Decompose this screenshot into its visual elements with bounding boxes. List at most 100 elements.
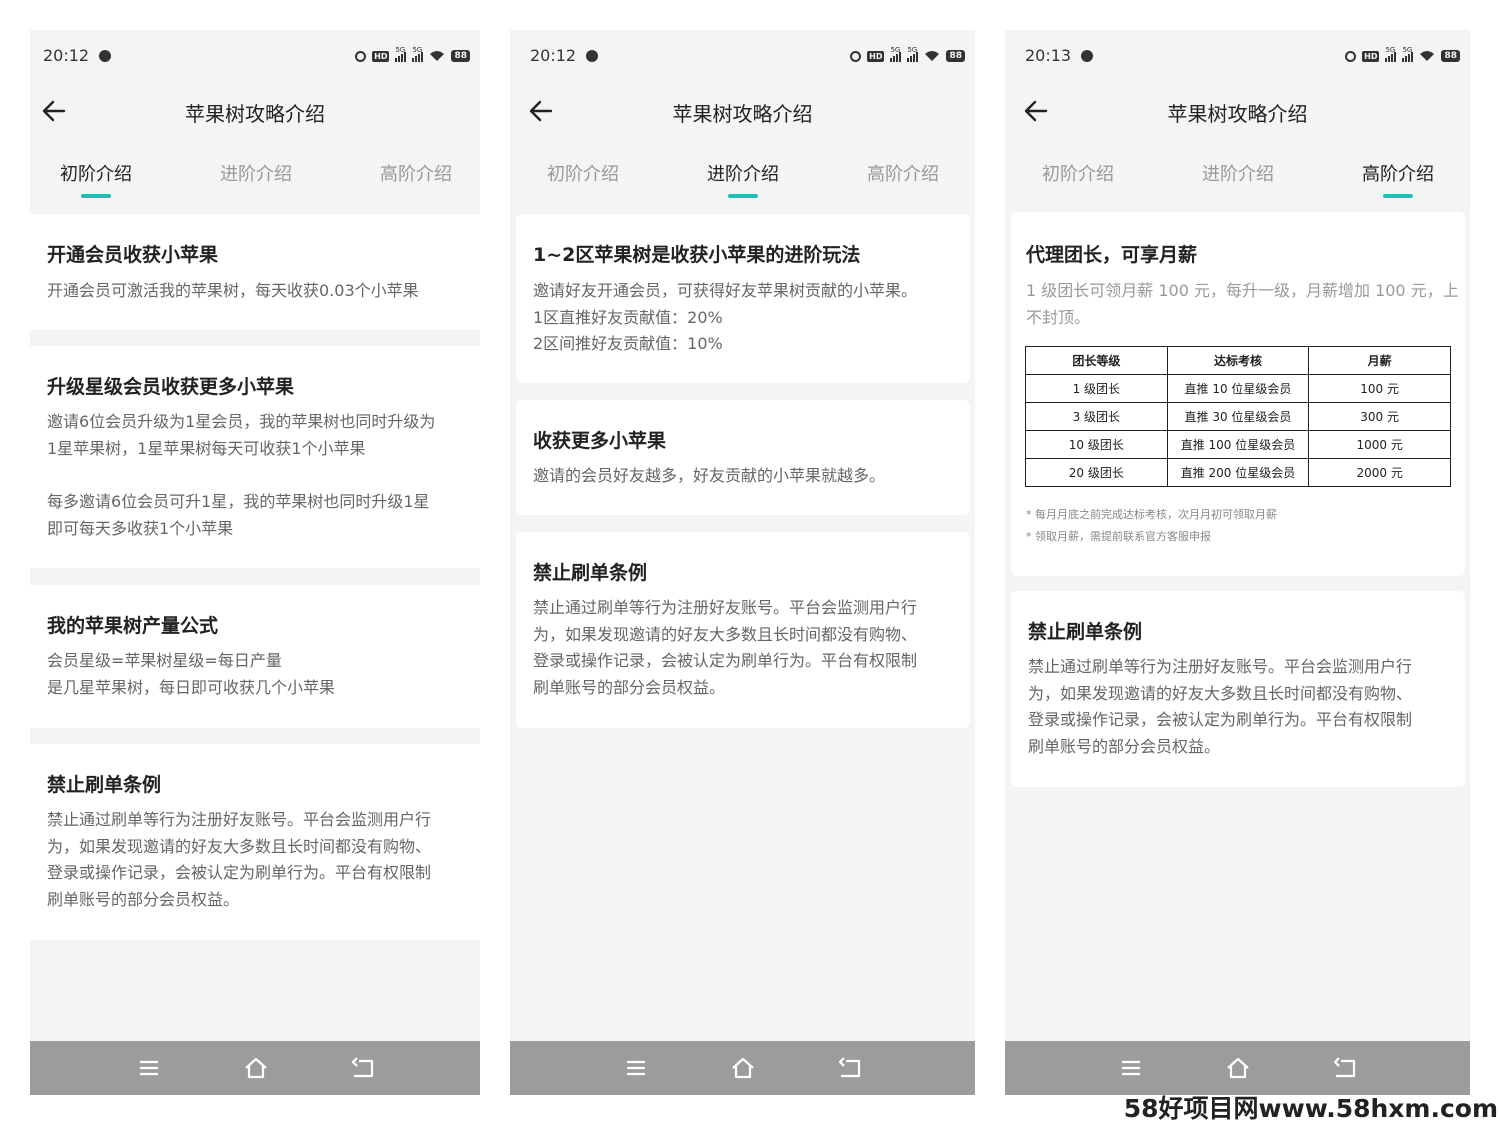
card-title: 代理团长，可享月薪 (1026, 244, 1198, 266)
card-title: 禁止刷单条例 (47, 774, 162, 796)
page-title: 苹果树攻略介绍 (672, 102, 813, 126)
back-nav-icon[interactable] (1332, 1055, 1358, 1081)
tab-bar: 初阶介绍 进阶介绍 高阶介绍 (30, 160, 480, 204)
table-row: 3 级团长 直推 30 位星级会员 300 元 (1025, 402, 1451, 431)
card-title: 禁止刷单条例 (533, 562, 648, 584)
table-cell: 2000 元 (1308, 458, 1451, 487)
hd-voice-icon: HD (867, 50, 885, 62)
status-icons: HD 5G 5G 88 (355, 46, 470, 63)
notification-icon (1081, 50, 1093, 62)
card-title: 1~2区苹果树是收获小苹果的进阶玩法 (533, 244, 861, 266)
card-anti-fraud: 禁止刷单条例 禁止通过刷单等行为注册好友账号。平台会监测用户行 为，如果发现邀请… (1011, 591, 1465, 787)
status-bar: 20:12 HD 5G 5G 88 (510, 30, 975, 82)
wifi-icon (430, 51, 445, 61)
table-cell: 300 元 (1308, 402, 1451, 431)
site-watermark: 58好项目网www.58hxm.com (1123, 1094, 1498, 1123)
card-body: 邀请6位会员升级为1星会员，我的苹果树也同时升级为 1星苹果树，1星苹果树每天可… (47, 412, 436, 538)
status-icons: HD 5G 5G 88 (850, 46, 965, 63)
table-note: * 每月月底之前完成达标考核，次月月初可领取月薪 (1026, 508, 1277, 521)
tab-advanced[interactable]: 进阶介绍 (191, 160, 321, 186)
phone-screen-advanced: 20:12 HD 5G 5G 88 苹果树攻略介绍 初阶介绍 进阶介绍 高阶介绍… (510, 30, 975, 1095)
status-bar: 20:13 HD 5G 5G 88 (1005, 30, 1470, 82)
card-title: 我的苹果树产量公式 (47, 615, 219, 637)
tab-beginner[interactable]: 初阶介绍 (1013, 160, 1143, 186)
table-cell: 3 级团长 (1025, 402, 1168, 431)
nav-bar: 苹果树攻略介绍 (30, 86, 480, 136)
card-team-leader: 代理团长，可享月薪 1 级团长可领月薪 100 元，每升一级，月薪增加 100 … (1011, 212, 1465, 576)
card-formula: 我的苹果树产量公式 会员星级=苹果树星级=每日产量 是几星苹果树，每日即可收获几… (30, 585, 480, 728)
hd-voice-icon: HD (372, 50, 390, 62)
tab-advanced[interactable]: 进阶介绍 (678, 160, 808, 198)
page-title: 苹果树攻略介绍 (185, 102, 325, 126)
card-body: 禁止通过刷单等行为注册好友账号。平台会监测用户行 为，如果发现邀请的好友大多数且… (47, 810, 432, 909)
card-title: 禁止刷单条例 (1028, 621, 1143, 643)
table-cell: 20 级团长 (1025, 458, 1168, 487)
battery-icon: 88 (451, 50, 470, 62)
table-cell: 1000 元 (1308, 430, 1451, 459)
tab-expert[interactable]: 高阶介绍 (351, 160, 480, 186)
table-row: 10 级团长 直推 100 位星级会员 1000 元 (1025, 430, 1451, 459)
signal-icon-2: 5G (412, 46, 424, 62)
card-body: 禁止通过刷单等行为注册好友账号。平台会监测用户行 为，如果发现邀请的好友大多数且… (533, 598, 918, 697)
back-nav-icon[interactable] (837, 1055, 863, 1081)
system-nav-bar (1005, 1041, 1470, 1095)
table-row: 1 级团长 直推 10 位星级会员 100 元 (1025, 374, 1451, 403)
card-body: 禁止通过刷单等行为注册好友账号。平台会监测用户行 为，如果发现邀请的好友大多数且… (1028, 657, 1413, 756)
tab-beginner[interactable]: 初阶介绍 (518, 160, 648, 186)
table-cell: 1 级团长 (1025, 374, 1168, 403)
card-zone-play: 1~2区苹果树是收获小苹果的进阶玩法 邀请好友开通会员，可获得好友苹果树贡献的小… (516, 214, 970, 383)
table-cell: 100 元 (1308, 374, 1451, 403)
wifi-icon (925, 51, 940, 61)
card-body: 1 级团长可领月薪 100 元，每升一级，月薪增加 100 元，上 不封顶。 (1026, 281, 1459, 327)
tab-advanced[interactable]: 进阶介绍 (1173, 160, 1303, 186)
table-cell: 直推 10 位星级会员 (1166, 374, 1310, 403)
tab-expert[interactable]: 高阶介绍 (838, 160, 968, 186)
home-icon[interactable] (243, 1055, 269, 1081)
status-time: 20:13 (1025, 46, 1072, 65)
menu-icon[interactable] (136, 1055, 162, 1081)
table-cell: 10 级团长 (1025, 430, 1168, 459)
card-title: 升级星级会员收获更多小苹果 (47, 376, 295, 398)
home-icon[interactable] (1225, 1055, 1251, 1081)
tab-beginner[interactable]: 初阶介绍 (31, 160, 161, 198)
card-body: 邀请好友开通会员，可获得好友苹果树贡献的小苹果。 1区直推好友贡献值：20% 2… (533, 281, 918, 353)
tab-expert[interactable]: 高阶介绍 (1333, 160, 1463, 198)
system-nav-bar (510, 1041, 975, 1095)
menu-icon[interactable] (1118, 1055, 1144, 1081)
table-header: 达标考核 (1166, 346, 1310, 375)
alarm-icon (1345, 50, 1357, 62)
back-nav-icon[interactable] (350, 1055, 376, 1081)
table-row: 20 级团长 直推 200 位星级会员 2000 元 (1025, 458, 1451, 487)
card-title: 收获更多小苹果 (533, 430, 667, 452)
phone-screen-expert: 20:13 HD 5G 5G 88 苹果树攻略介绍 初阶介绍 进阶介绍 高阶介绍… (1005, 30, 1470, 1095)
status-time: 20:12 (43, 46, 90, 65)
status-time: 20:12 (530, 46, 577, 65)
tab-bar: 初阶介绍 进阶介绍 高阶介绍 (510, 160, 975, 204)
table-note: * 领取月薪，需提前联系官方客服申报 (1026, 530, 1211, 543)
salary-table: 团长等级 达标考核 月薪 1 级团长 直推 10 位星级会员 100 元 3 级… (1025, 346, 1451, 487)
hd-voice-icon: HD (1362, 50, 1380, 62)
status-bar: 20:12 HD 5G 5G 88 (30, 30, 480, 82)
card-upgrade-star: 升级星级会员收获更多小苹果 邀请6位会员升级为1星会员，我的苹果树也同时升级为 … (30, 346, 480, 568)
status-icons: HD 5G 5G 88 (1345, 46, 1460, 63)
home-icon[interactable] (730, 1055, 756, 1081)
signal-icon-2: 5G (1402, 46, 1414, 62)
card-anti-fraud: 禁止刷单条例 禁止通过刷单等行为注册好友账号。平台会监测用户行 为，如果发现邀请… (30, 744, 480, 940)
table-cell: 直推 100 位星级会员 (1166, 430, 1310, 459)
table-cell: 直推 30 位星级会员 (1166, 402, 1310, 431)
battery-icon: 88 (946, 50, 965, 62)
card-body: 开通会员可激活我的苹果树，每天收获0.03个小苹果 (47, 281, 419, 300)
signal-icon: 5G (1385, 46, 1397, 62)
card-harvest-more: 收获更多小苹果 邀请的会员好友越多，好友贡献的小苹果就越多。 (516, 400, 970, 515)
alarm-icon (355, 50, 367, 62)
wifi-icon (1420, 51, 1435, 61)
card-membership: 开通会员收获小苹果 开通会员可激活我的苹果树，每天收获0.03个小苹果 (30, 214, 480, 330)
alarm-icon (850, 50, 862, 62)
menu-icon[interactable] (623, 1055, 649, 1081)
card-anti-fraud: 禁止刷单条例 禁止通过刷单等行为注册好友账号。平台会监测用户行 为，如果发现邀请… (516, 532, 970, 728)
system-nav-bar (30, 1041, 480, 1095)
tab-bar: 初阶介绍 进阶介绍 高阶介绍 (1005, 160, 1470, 204)
table-header: 月薪 (1308, 346, 1451, 375)
table-header: 团长等级 (1025, 346, 1168, 375)
battery-icon: 88 (1441, 50, 1460, 62)
